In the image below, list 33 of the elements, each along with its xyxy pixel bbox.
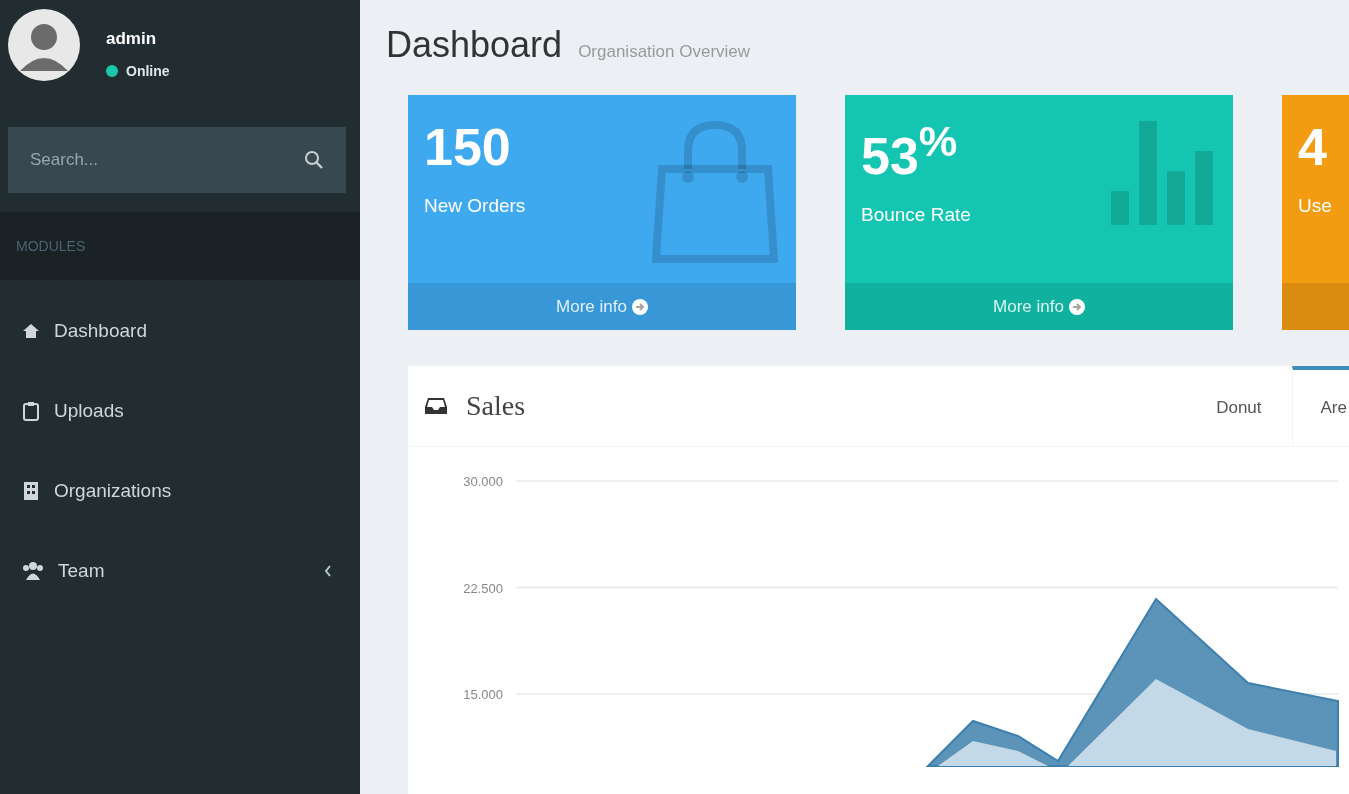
building-icon [22,481,40,501]
arrow-circle-icon [631,298,648,315]
chart-tab[interactable]: Are [1291,366,1349,446]
axis-tick-label: 15.000 [463,687,503,702]
shopping-bag-icon [652,121,778,263]
section-title: MODULES [16,238,86,254]
stat-value: 4 [1298,117,1328,177]
user-name: admin [106,29,158,49]
stat-value: 150 [424,117,512,177]
clipboard-icon [22,401,40,421]
page-subtitle: Organisation Overview [578,42,751,62]
axis-tick-label: 22.500 [463,580,503,596]
chart-tab[interactable]: Donut [1188,366,1290,446]
page-title: Dashboard [386,24,563,66]
stat-label: Use [1298,195,1332,217]
inbox-icon [424,396,448,416]
home-icon [22,323,40,339]
sidebar-item[interactable]: Dashboard [0,291,360,371]
search-icon [304,150,324,170]
avatar [8,9,80,81]
arrow-circle-icon [1068,298,1085,315]
user-status: Online [126,63,170,79]
axis-tick-label: 30.000 [463,474,503,489]
stat-label: New Orders [424,195,526,217]
stat-value: 53$^{%}$ [861,117,959,187]
panel-title: Sales [466,390,526,422]
stat-label: Bounce Rate [861,204,971,227]
sidebar-item[interactable]: Organizations [0,451,360,531]
people-icon [22,561,44,581]
bar-chart-icon [1111,121,1215,225]
sidebar-item[interactable]: Team [0,531,360,611]
sidebar-item[interactable]: Uploads [0,371,360,451]
search-field[interactable]: Search... [8,127,346,193]
